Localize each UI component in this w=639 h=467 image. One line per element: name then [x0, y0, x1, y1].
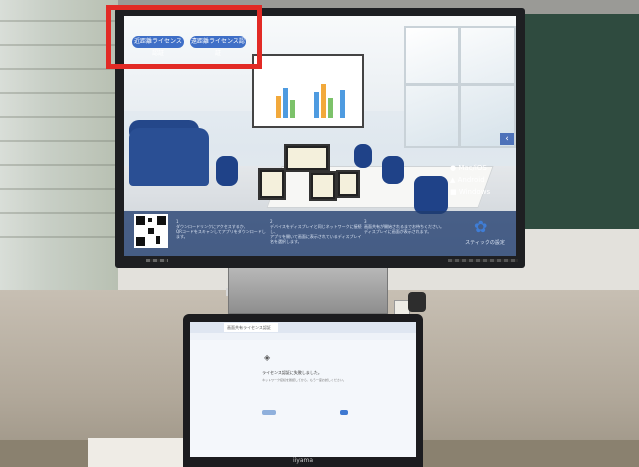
highlight-annotation: [106, 5, 262, 69]
display-stand: [228, 262, 388, 314]
blind-slat: [0, 68, 118, 70]
os-option-mac[interactable]: ● Mac/iOS: [450, 162, 510, 174]
instruction-step-1: 1 ダウンロードリンクにアクセスするか、 QRコードをスキャンしてアプリをダウン…: [176, 219, 266, 239]
rendered-phone: [336, 170, 360, 198]
blind-slat: [0, 212, 118, 214]
display-indicator: [146, 259, 168, 262]
settings-label: スティックの設定: [465, 240, 505, 246]
browser-tab[interactable]: 画面共有ライセンス認証: [224, 323, 278, 332]
page-body-text: ネットワーク接続を確認してから、もう一度お試しください。: [262, 378, 346, 382]
monitor-chart-bar: [276, 96, 281, 118]
device-screen: [313, 175, 333, 197]
rendered-window: [404, 26, 516, 148]
blind-slat: [0, 44, 118, 46]
window-blinds: [0, 0, 118, 300]
instruction-step-3: 3 画面共有が開始されるまでお待ちください。 ディスプレイに画面が表示されます。: [364, 219, 444, 234]
display-indicator: [448, 259, 518, 262]
rendered-chair: [354, 144, 372, 168]
back-button[interactable]: [262, 410, 276, 415]
os-download-list: ● Mac/iOS ▲ Android ■ Windows: [450, 162, 510, 198]
rendered-laptop: [284, 144, 330, 172]
device-screen: [340, 174, 356, 194]
android-icon: ▲: [450, 176, 458, 184]
address-bar[interactable]: [190, 333, 416, 340]
rendered-chair: [216, 156, 238, 186]
blind-slat: [0, 140, 118, 142]
rendered-wall-monitor: [252, 54, 364, 128]
blind-slat: [0, 188, 118, 190]
qr-code: [134, 214, 168, 248]
window-mullion: [458, 28, 461, 146]
monitor-chart-bar: [340, 90, 345, 118]
monitor-chart-bar: [314, 92, 319, 118]
qr-module: [148, 218, 152, 222]
power-adapter: [408, 292, 426, 312]
qr-finder: [157, 216, 166, 225]
qr-finder: [136, 237, 145, 246]
warning-icon: ◈: [264, 353, 271, 362]
os-option-label: Windows: [458, 188, 491, 196]
instruction-strip: 1 ダウンロードリンクにアクセスするか、 QRコードをスキャンしてアプリをダウン…: [124, 211, 516, 256]
rendered-chair: [414, 176, 448, 214]
blind-slat: [0, 92, 118, 94]
qr-module: [156, 236, 160, 244]
monitor-chart-bar: [321, 84, 326, 118]
gear-icon[interactable]: ✿: [474, 219, 490, 235]
blind-slat: [0, 20, 118, 22]
os-option-windows[interactable]: ■ Windows: [450, 186, 510, 198]
qr-module: [148, 228, 154, 234]
device-screen: [288, 148, 326, 168]
paper-sheet: [88, 438, 188, 467]
chalkboard: [515, 14, 639, 229]
monitor-chart-bar: [283, 88, 288, 118]
instruction-step-2: 2 デバイスをディスプレイと同じネットワークに接続し、 アプリを開いて画面に表示…: [270, 219, 362, 244]
os-option-android[interactable]: ▲ Android: [450, 174, 510, 186]
device-screen: [262, 172, 282, 196]
rendered-tablet: [258, 168, 286, 200]
window-transom: [406, 83, 514, 86]
brand-logo: iiyama: [292, 457, 314, 464]
collapse-tab[interactable]: ‹: [500, 133, 514, 145]
monitor-chart-bar: [290, 100, 295, 118]
confirm-button[interactable]: [340, 410, 348, 415]
rendered-chair: [382, 156, 404, 184]
os-option-label: Mac/iOS: [458, 164, 487, 172]
blind-slat: [0, 236, 118, 238]
blind-slat: [0, 164, 118, 166]
monitor-chart-bar: [328, 98, 333, 118]
windows-icon: ■: [450, 188, 459, 196]
page-heading: ライセンス認証に失敗しました。: [262, 370, 322, 375]
rendered-tablet: [309, 171, 337, 201]
rendered-sofa: [129, 128, 209, 186]
blind-slat: [0, 116, 118, 118]
laptop-screen: 画面共有ライセンス認証 ◈ ライセンス認証に失敗しました。 ネットワーク接続を確…: [190, 322, 416, 457]
qr-finder: [136, 216, 145, 225]
os-option-label: Android: [457, 176, 485, 184]
